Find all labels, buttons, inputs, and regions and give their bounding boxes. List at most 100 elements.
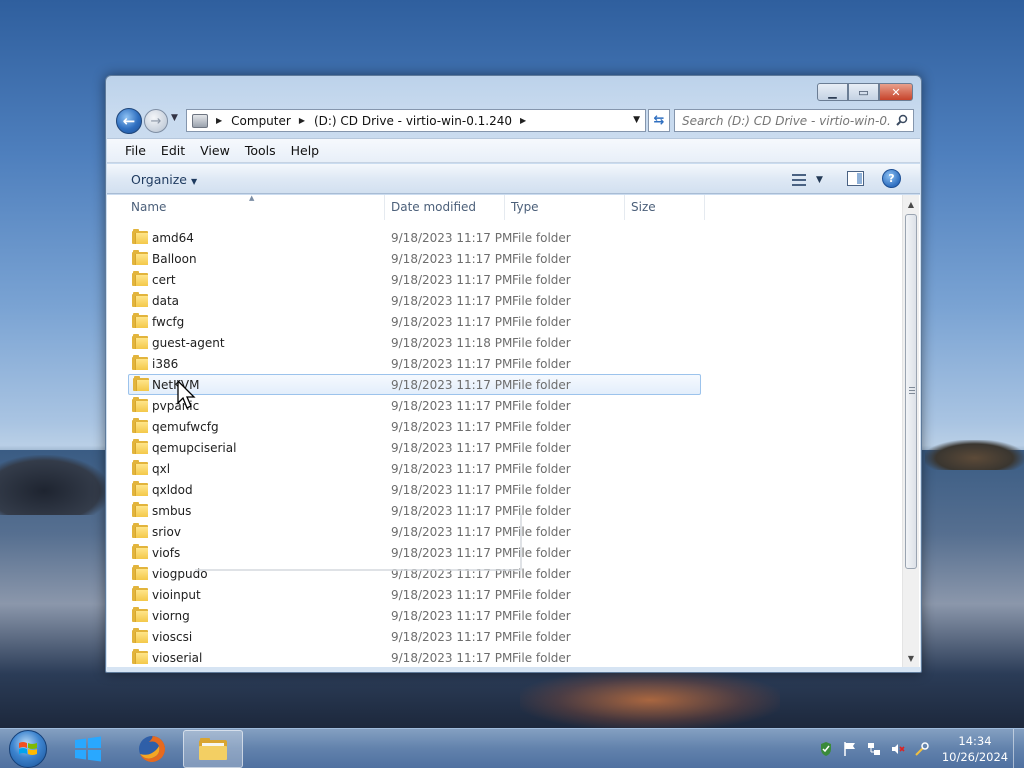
menu-help[interactable]: Help <box>291 143 320 158</box>
taskbar-item-firefox[interactable] <box>122 730 182 768</box>
scrollbar-thumb[interactable] <box>905 214 917 569</box>
change-view-button[interactable]: ▼ <box>792 171 834 189</box>
taskbar: 14:34 10/26/2024 <box>0 728 1024 768</box>
file-rows: amd64 9/18/2023 11:17 PM File folder Balloo… <box>107 227 902 667</box>
search-box[interactable] <box>674 109 914 132</box>
file-row[interactable]: amd64 9/18/2023 11:17 PM File folder <box>107 227 902 248</box>
back-button[interactable]: ← <box>116 108 142 134</box>
file-name[interactable]: guest-agent <box>152 336 225 350</box>
scrollbar-grip <box>909 387 915 394</box>
menu-file[interactable]: File <box>125 143 146 158</box>
breadcrumb-computer[interactable]: Computer <box>231 114 291 128</box>
action-center-flag-icon[interactable] <box>842 741 858 757</box>
vertical-scrollbar[interactable]: ▲ ▼ <box>902 195 919 667</box>
file-row[interactable]: qxldod 9/18/2023 11:17 PM File folder <box>107 479 902 500</box>
file-name[interactable]: qxldod <box>152 483 193 497</box>
file-row[interactable]: vioinput 9/18/2023 11:17 PM File folder <box>107 584 902 605</box>
file-type: File folder <box>512 587 571 602</box>
file-name[interactable]: data <box>152 294 179 308</box>
file-row[interactable]: viorng 9/18/2023 11:17 PM File folder <box>107 605 902 626</box>
file-row[interactable]: qemupciserial 9/18/2023 11:17 PM File fold… <box>107 437 902 458</box>
file-row[interactable]: fwcfg 9/18/2023 11:17 PM File folder <box>107 311 902 332</box>
file-row[interactable]: i386 9/18/2023 11:17 PM File folder <box>107 353 902 374</box>
file-name[interactable]: cert <box>152 273 176 287</box>
scroll-down-arrow-icon[interactable]: ▼ <box>903 650 919 666</box>
file-row[interactable]: pvpanic 9/18/2023 11:17 PM File folder <box>107 395 902 416</box>
address-dropdown-icon[interactable]: ▼ <box>633 115 640 125</box>
file-row[interactable]: qemufwcfg 9/18/2023 11:17 PM File folder <box>107 416 902 437</box>
system-clock[interactable]: 14:34 10/26/2024 <box>940 733 1010 765</box>
file-date-modified: 9/18/2023 11:17 PM <box>391 314 513 329</box>
file-name[interactable]: fwcfg <box>152 315 184 329</box>
chevron-right-icon[interactable]: ▶ <box>520 116 526 125</box>
file-type: File folder <box>512 440 571 455</box>
file-type: File folder <box>512 629 571 644</box>
scroll-up-arrow-icon[interactable]: ▲ <box>903 196 919 212</box>
file-row[interactable]: data 9/18/2023 11:17 PM File folder <box>107 290 902 311</box>
chevron-down-icon[interactable]: ▼ <box>816 175 823 185</box>
menu-view[interactable]: View <box>200 143 230 158</box>
maximize-button[interactable]: ▭ <box>848 83 879 101</box>
organize-button[interactable]: Organize ▼ <box>131 172 197 187</box>
search-input[interactable] <box>682 113 890 128</box>
address-bar[interactable]: ▶ Computer ▶ (D:) CD Drive - virtio-win-… <box>186 109 646 132</box>
file-row[interactable]: guest-agent 9/18/2023 11:18 PM File folder <box>107 332 902 353</box>
file-name[interactable]: viofs <box>152 546 180 560</box>
help-icon: ? <box>888 172 895 185</box>
file-name[interactable]: sriov <box>152 525 181 539</box>
column-header-name[interactable]: ▲ Name <box>107 195 385 220</box>
file-row[interactable]: cert 9/18/2023 11:17 PM File folder <box>107 269 902 290</box>
close-button[interactable]: ✕ <box>879 83 913 101</box>
taskbar-item-start-screen[interactable] <box>58 730 118 768</box>
folder-icon <box>132 271 148 286</box>
tools-icon[interactable] <box>914 741 930 757</box>
chevron-right-icon[interactable]: ▶ <box>299 116 305 125</box>
desktop-wallpaper-rock <box>0 455 110 515</box>
file-row[interactable]: vioserial 9/18/2023 11:17 PM File folder <box>107 647 902 667</box>
file-name[interactable]: Balloon <box>152 252 197 266</box>
file-name[interactable]: i386 <box>152 357 178 371</box>
forward-button[interactable]: → <box>144 109 168 133</box>
search-icon[interactable] <box>896 114 908 126</box>
help-button[interactable]: ? <box>882 169 901 188</box>
column-headers: ▲ Name Date modified Type Size <box>107 195 902 220</box>
file-row[interactable]: vioscsi 9/18/2023 11:17 PM File folder <box>107 626 902 647</box>
file-row[interactable]: Balloon 9/18/2023 11:17 PM File folder <box>107 248 902 269</box>
file-name[interactable]: smbus <box>152 504 191 518</box>
recent-pages-dropdown[interactable]: ▼ <box>171 113 178 123</box>
column-header-size[interactable]: Size <box>625 195 705 220</box>
desktop-wallpaper-rock <box>925 440 1024 470</box>
network-icon[interactable] <box>866 741 882 757</box>
file-name[interactable]: vioinput <box>152 588 201 602</box>
file-name[interactable]: amd64 <box>152 231 194 245</box>
folder-icon <box>132 565 148 580</box>
file-name[interactable]: viorng <box>152 609 190 623</box>
file-name[interactable]: qemupciserial <box>152 441 236 455</box>
menu-edit[interactable]: Edit <box>161 143 185 158</box>
preview-pane-button[interactable] <box>847 171 864 186</box>
refresh-button[interactable]: ⇆ <box>648 109 670 132</box>
refresh-icon: ⇆ <box>653 113 665 128</box>
breadcrumb-cd-drive[interactable]: (D:) CD Drive - virtio-win-0.1.240 <box>314 114 512 128</box>
volume-muted-icon[interactable] <box>890 741 906 757</box>
column-header-date[interactable]: Date modified <box>385 195 505 220</box>
file-name[interactable]: qxl <box>152 462 170 476</box>
file-name[interactable]: vioscsi <box>152 630 192 644</box>
file-name[interactable]: qemufwcfg <box>152 420 219 434</box>
security-shield-icon[interactable] <box>818 741 834 757</box>
file-date-modified: 9/18/2023 11:17 PM <box>391 419 513 434</box>
file-type: File folder <box>512 419 571 434</box>
start-button[interactable] <box>4 729 52 768</box>
file-type: File folder <box>512 461 571 476</box>
minimize-icon: ▁ <box>828 85 837 99</box>
chevron-right-icon[interactable]: ▶ <box>216 116 222 125</box>
file-name[interactable]: vioserial <box>152 651 202 665</box>
menu-tools[interactable]: Tools <box>245 143 276 158</box>
show-desktop-button[interactable] <box>1013 729 1024 768</box>
taskbar-item-explorer[interactable] <box>183 730 243 768</box>
file-row[interactable]: NetKVM 9/18/2023 11:17 PM File folder <box>128 374 701 395</box>
column-header-type[interactable]: Type <box>505 195 625 220</box>
file-row[interactable]: qxl 9/18/2023 11:17 PM File folder <box>107 458 902 479</box>
minimize-button[interactable]: ▁ <box>817 83 848 101</box>
folder-icon <box>132 439 148 454</box>
